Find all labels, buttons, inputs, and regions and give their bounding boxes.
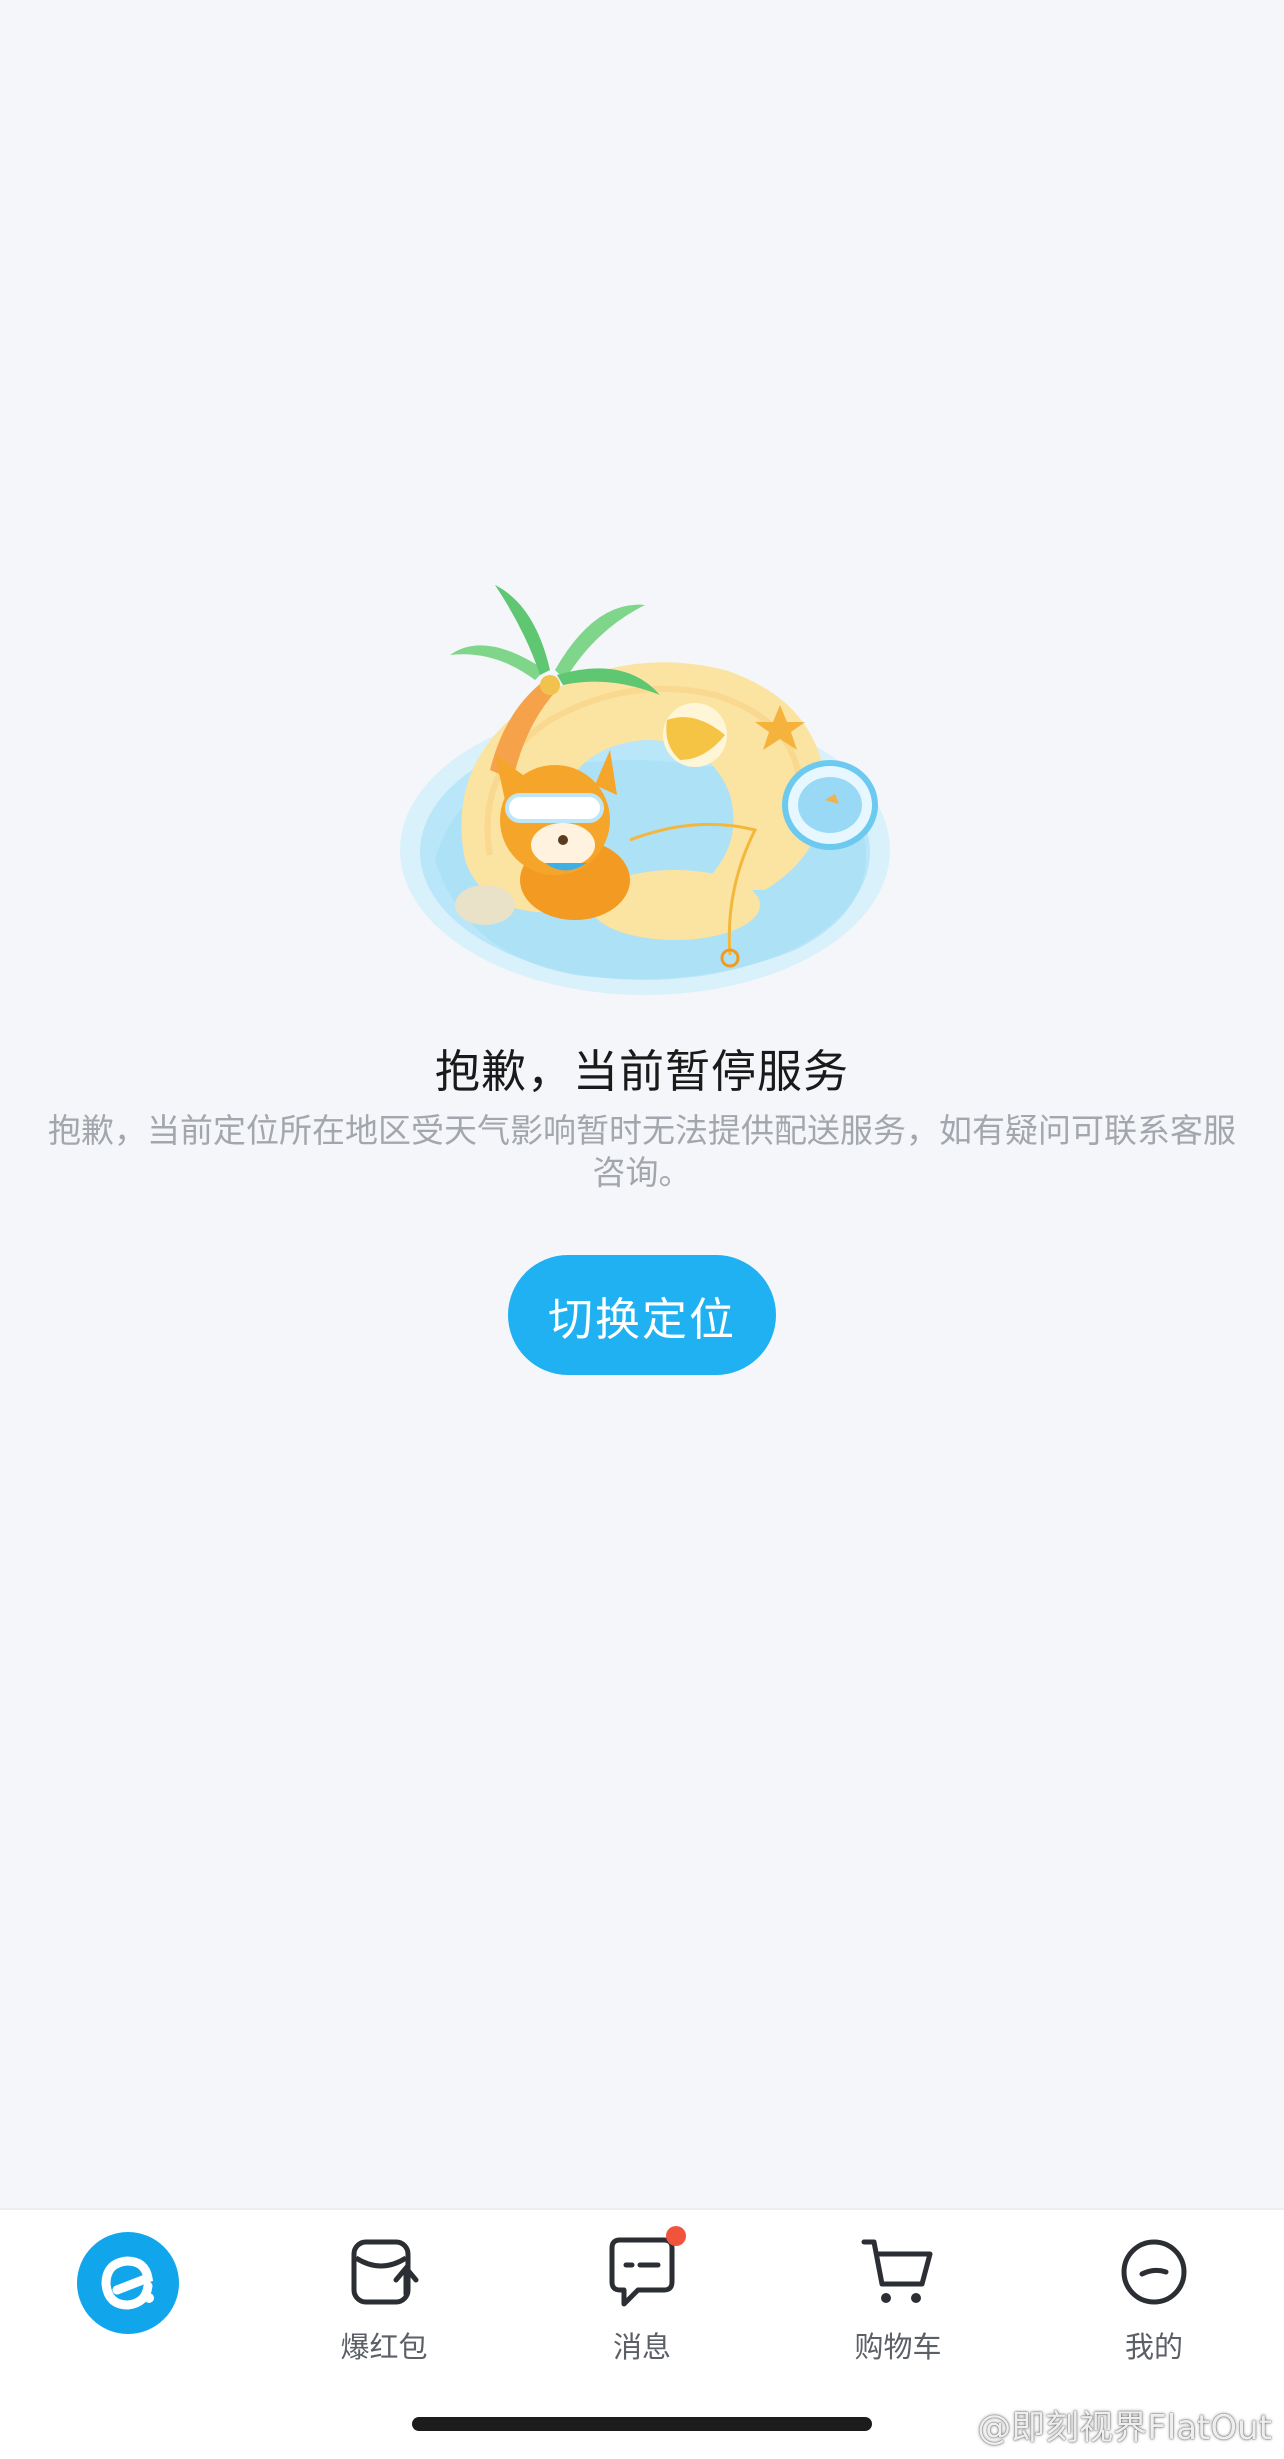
message-badge-dot (666, 2226, 686, 2246)
tab-messages-label: 消息 (612, 2330, 671, 2364)
message-icon (602, 2226, 686, 2312)
beach-island-illustration (400, 585, 890, 995)
switch-location-button[interactable]: 切换定位 (508, 1255, 776, 1375)
eleme-home-logo-icon (77, 2232, 179, 2334)
tab-cart[interactable]: 购物车 (770, 2210, 1026, 2380)
tab-cart-label: 购物车 (854, 2330, 942, 2364)
home-indicator[interactable] (412, 2417, 872, 2431)
tab-red-packet-label: 爆红包 (340, 2330, 428, 2364)
tab-profile[interactable]: 我的 (1026, 2210, 1282, 2380)
empty-state-description: 抱歉，当前定位所在地区受天气影响暂时无法提供配送服务，如有疑问可联系客服咨询。 (48, 1111, 1236, 1192)
tab-profile-label: 我的 (1124, 2330, 1183, 2364)
red-packet-icon (344, 2232, 424, 2312)
tab-messages[interactable]: 消息 (514, 2210, 770, 2380)
tab-home[interactable] (0, 2210, 256, 2380)
cart-icon (858, 2232, 938, 2312)
watermark: @即刻视界FlatOut (977, 2408, 1272, 2448)
empty-state-title: 抱歉，当前暂停服务 (434, 1045, 849, 1098)
tab-red-packet[interactable]: 爆红包 (256, 2210, 512, 2380)
profile-face-icon (1114, 2232, 1194, 2312)
